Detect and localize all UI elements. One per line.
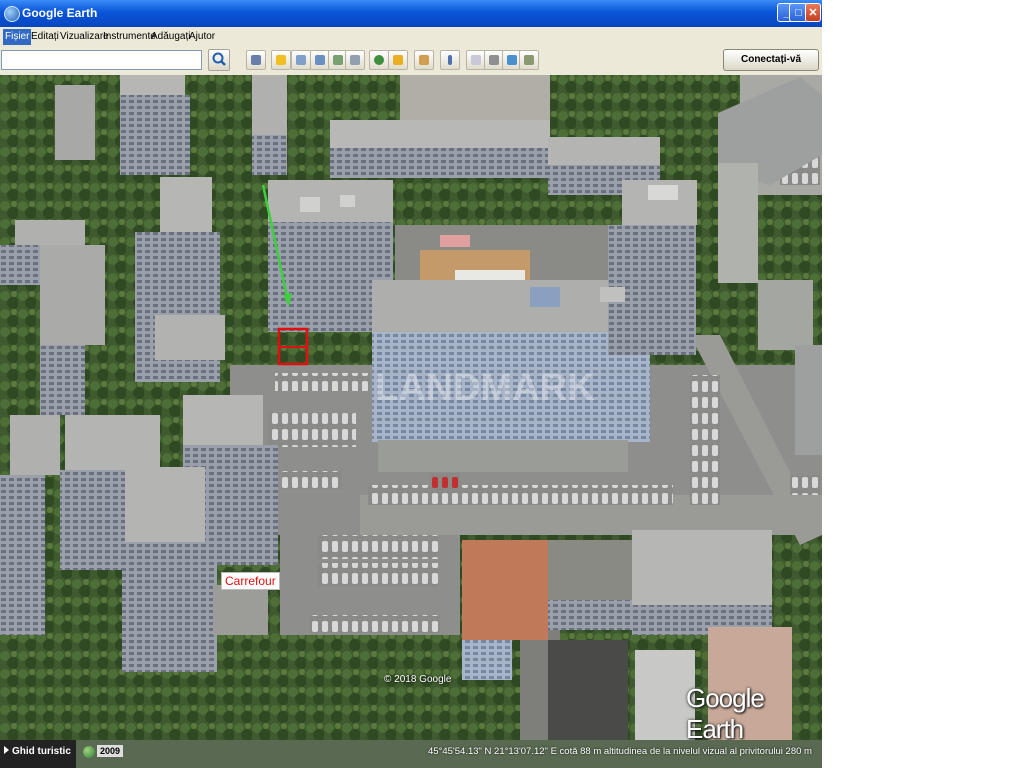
- print-button[interactable]: [484, 50, 504, 70]
- search-icon: [212, 52, 226, 66]
- window-title: Google Earth: [22, 6, 98, 20]
- menu-edit[interactable]: Editați: [31, 31, 59, 42]
- toolbar: Conectați-vă: [0, 47, 822, 76]
- print-icon: [489, 55, 499, 65]
- view-in-maps-icon: [507, 55, 517, 65]
- menu-add[interactable]: Adăugați: [151, 31, 190, 42]
- sun-button[interactable]: [388, 50, 408, 70]
- google-earth-window: Google Earth _ □ ✕ Fișier Editați Vizual…: [0, 0, 822, 768]
- watermark: LANDMARK: [375, 367, 595, 409]
- add-polygon-button[interactable]: [291, 50, 311, 70]
- email-button[interactable]: [466, 50, 486, 70]
- email-icon: [471, 55, 481, 65]
- record-tour-icon: [350, 55, 360, 65]
- connect-button[interactable]: Conectați-vă: [723, 49, 819, 71]
- historical-imagery-button[interactable]: [369, 50, 389, 70]
- image-overlay-icon: [333, 55, 343, 65]
- ruler-icon: [448, 55, 452, 65]
- close-button[interactable]: ✕: [805, 3, 821, 22]
- search-input[interactable]: [1, 50, 202, 70]
- satellite-imagery: LANDMARK: [0, 75, 822, 740]
- placemark-icon: [276, 55, 286, 65]
- path-icon: [315, 55, 325, 65]
- status-bar: Ghid turistic 2009 45°45'54.13" N 21°13'…: [0, 740, 822, 768]
- ruler-button[interactable]: [440, 50, 460, 70]
- menu-help[interactable]: Ajutor: [189, 31, 215, 42]
- carrefour-label[interactable]: Carrefour: [221, 572, 280, 590]
- historical-imagery-icon: [374, 55, 384, 65]
- add-placemark-button[interactable]: [271, 50, 291, 70]
- tour-guide-label: Ghid turistic: [12, 746, 71, 757]
- planets-icon: [419, 55, 429, 65]
- search-button[interactable]: [208, 49, 230, 71]
- menu-tools[interactable]: Instrumente: [103, 31, 156, 42]
- copyright-text: © 2018 Google: [384, 674, 452, 685]
- menu-view[interactable]: Vizualizare: [60, 31, 109, 42]
- save-image-icon: [524, 55, 534, 65]
- planets-button[interactable]: [414, 50, 434, 70]
- google-earth-logo: Google Earth: [686, 683, 765, 744]
- sidebar-toggle-icon: [251, 55, 261, 65]
- google-earth-app-icon: [4, 6, 20, 22]
- tour-guide-icon: [4, 746, 9, 754]
- sidebar-toggle-button[interactable]: [246, 50, 266, 70]
- add-path-button[interactable]: [310, 50, 330, 70]
- imagery-year[interactable]: 2009: [97, 745, 124, 757]
- polygon-icon: [296, 55, 306, 65]
- record-tour-button[interactable]: [345, 50, 365, 70]
- map-view[interactable]: LANDMARK: [0, 75, 822, 740]
- coordinates-readout: 45°45'54.13" N 21°13'07.12" E cotă 88 m …: [428, 746, 812, 757]
- save-image-button[interactable]: [519, 50, 539, 70]
- menu-file[interactable]: Fișier: [3, 29, 32, 45]
- historical-imagery-status-icon[interactable]: [83, 746, 95, 758]
- tour-guide-button[interactable]: Ghid turistic: [0, 740, 76, 768]
- sun-icon: [393, 55, 403, 65]
- title-bar[interactable]: Google Earth _ □ ✕: [0, 0, 822, 27]
- menu-bar: Fișier Editați Vizualizare Instrumente A…: [0, 27, 822, 47]
